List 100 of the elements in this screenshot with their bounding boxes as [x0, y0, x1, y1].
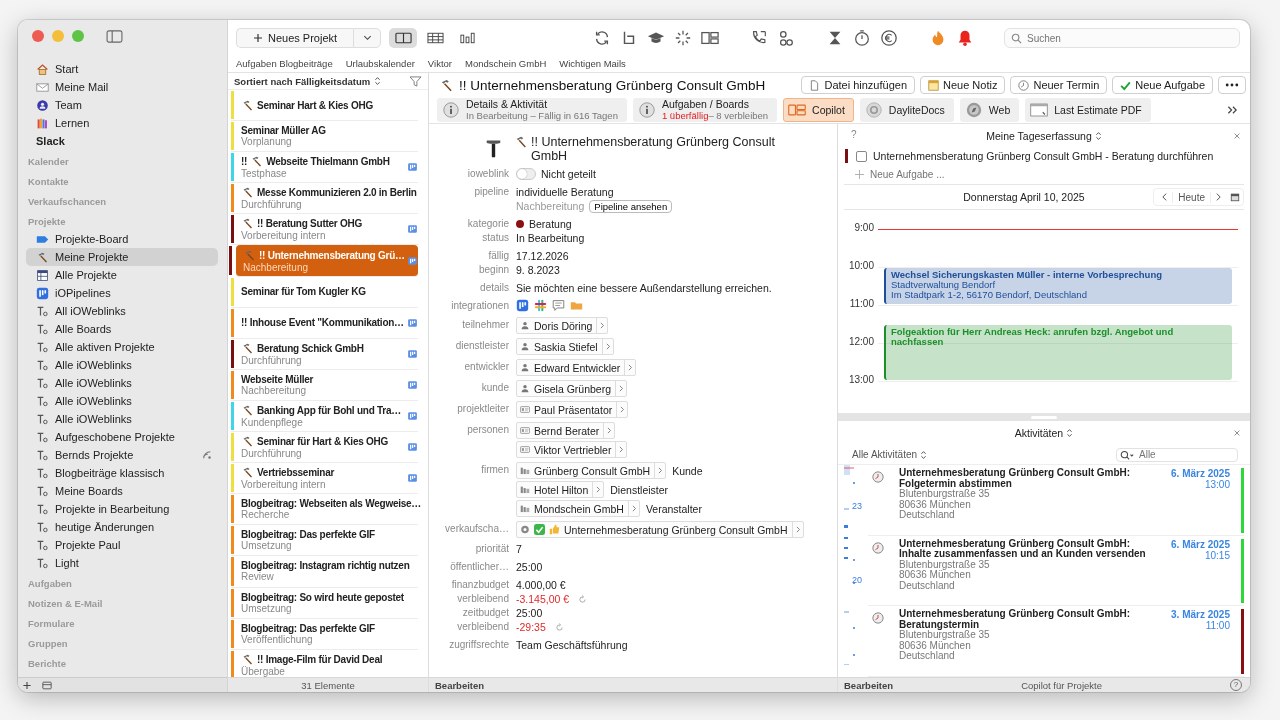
record-chip[interactable]: Mondschein GmbH [516, 500, 640, 517]
record-chip[interactable]: Unternehmesberatung Grünberg Consult GmbH [516, 521, 804, 538]
chevron-icon[interactable] [604, 342, 611, 351]
sidebar-item[interactable]: Alle iOWeblinks [26, 374, 218, 392]
layout-icon[interactable] [701, 29, 720, 47]
sidebar-item[interactable]: Start [26, 60, 218, 78]
more-button[interactable] [1218, 76, 1246, 94]
calendar-icon[interactable] [1230, 192, 1240, 202]
project-list-item[interactable]: Seminar für Tom Kugler KG [231, 276, 418, 308]
activity-title[interactable]: Unternehmesberatung Grünberg Consult GmbH: Beratungstermin [899, 609, 1163, 631]
sidebar-item[interactable]: Meine Projekte [26, 248, 218, 266]
project-list-item[interactable]: Webseite Müller Nachbereitung [231, 369, 418, 401]
sidebar-item[interactable]: Alle iOWeblinks [26, 356, 218, 374]
project-list-item[interactable]: !! Inhouse Event "Kommunikation… [231, 307, 418, 339]
sidebar-item[interactable]: Meine Mail [26, 78, 218, 96]
sidebar-item[interactable]: Projekte-Board [26, 230, 218, 248]
panel-title[interactable]: Aktivitäten [1014, 427, 1064, 439]
record-chip[interactable]: Edward Entwickler [516, 359, 637, 376]
sidebar-item[interactable]: Alle aktiven Projekte [26, 338, 218, 356]
edit-label[interactable]: Bearbeiten [429, 679, 485, 691]
record-chip[interactable]: Bernd Berater [516, 422, 616, 439]
record-chip[interactable]: Saskia Stiefel [516, 338, 614, 355]
filter-menu[interactable]: Alle Aktivitäten [852, 449, 918, 460]
record-chip[interactable]: Doris Döring [516, 317, 609, 334]
hash-icon[interactable] [534, 299, 547, 312]
chevron-icon[interactable] [657, 466, 664, 475]
sidebar-item[interactable]: iOPipelines [26, 284, 218, 302]
close-icon[interactable] [1233, 132, 1241, 140]
sort-menu[interactable]: Sortiert nach Fälligkeitsdatum [234, 75, 371, 87]
project-list-item[interactable]: Seminar für Hart & Kies OHG Durchführung [231, 432, 418, 464]
toolbar-button[interactable]: Neue Notiz [920, 76, 1006, 94]
help-link[interactable]: ? [851, 129, 857, 140]
edit-label[interactable]: Bearbeiten [838, 679, 894, 691]
sidebar-item[interactable]: Bernds Projekte [26, 446, 218, 464]
filter-icon[interactable] [409, 75, 422, 87]
sidebar-item[interactable]: Slack [26, 132, 218, 150]
project-list-item[interactable]: Beratung Schick GmbH Durchführung [231, 338, 418, 370]
project-list-item[interactable]: Blogbeitrag: So wird heute gepostet Umsetzung [231, 587, 418, 619]
sidebar-item[interactable]: Projekte Paul [26, 536, 218, 554]
people-icon[interactable] [777, 29, 796, 47]
plus-icon[interactable] [22, 680, 32, 690]
chevron-icon[interactable] [619, 405, 626, 414]
sort-icon[interactable] [920, 449, 928, 460]
record-chip[interactable]: Hotel Hilton [516, 481, 605, 498]
toggle-switch[interactable] [516, 168, 536, 180]
chevron-icon[interactable] [794, 525, 801, 534]
project-list-item[interactable]: Blogbeitrag: Instagram richtig nutzen Review [231, 556, 418, 588]
project-list-item[interactable]: Banking App für Bohl und Tra… Kundenpflege [231, 400, 418, 433]
sidebar-item[interactable]: Alle Boards [26, 320, 218, 338]
toolbar-button[interactable]: Neuer Termin [1010, 76, 1108, 94]
chat-icon[interactable] [552, 299, 565, 312]
sidebar-item[interactable]: Alle iOWeblinks [26, 410, 218, 428]
sparkle-icon[interactable] [674, 29, 693, 47]
new-project-button[interactable]: Neues Projekt [236, 28, 354, 48]
record-chip[interactable]: Paul Präsentator [516, 401, 629, 418]
chevron-icon[interactable] [606, 426, 613, 435]
timer-icon[interactable] [853, 29, 872, 47]
search-field[interactable]: Suchen [1004, 28, 1240, 48]
sidebar-item[interactable]: Projekte in Bearbeitung [26, 500, 218, 518]
sidebar-item[interactable]: Alle iOWeblinks [26, 392, 218, 410]
chevron-icon[interactable] [595, 485, 602, 494]
chevron-icon[interactable] [630, 504, 637, 513]
chevron-icon[interactable] [627, 363, 634, 372]
sidebar-item[interactable]: Alle Projekte [26, 266, 218, 284]
tab[interactable]: Details & Aktivität In Bearbeitung – Fällig in 616 Tagen [437, 98, 627, 122]
activity-title[interactable]: Unternehmesberatung Grünberg Consult GmbH: Folgetermin abstimmen [899, 468, 1163, 489]
toolbar-button[interactable]: Datei hinzufügen [801, 76, 915, 94]
checkbox[interactable] [856, 150, 867, 162]
panel-title[interactable]: Meine Tageserfassung [986, 130, 1092, 142]
chevron-icon[interactable] [618, 384, 625, 393]
sort-icon[interactable] [374, 76, 382, 86]
project-list-item[interactable]: Blogbeitrag: Das perfekte GIF Veröffentlichung [231, 618, 418, 650]
project-list-item[interactable]: Seminar Hart & Kies OHG [231, 90, 418, 122]
tab[interactable]: Aufgaben / Boards 1 überfällig– 8 verbleiben [632, 98, 778, 122]
sidebar-item[interactable]: Light [26, 554, 218, 572]
sidebar-item[interactable]: Aufgeschobene Projekte [26, 428, 218, 446]
more-tabs-icon[interactable] [1227, 105, 1238, 115]
toolbar-button[interactable]: Neue Aufgabe [1112, 76, 1213, 94]
bookmark-link[interactable]: Aufgaben Blogbeiträge [236, 57, 333, 69]
calendar-event[interactable]: Wechsel Sicherungskasten Müller - interne Vorbesprechung Stadtverwaltung Bendorf Im Stadtpark 1-2, 56170 Bendorf, Deutschland [884, 268, 1232, 304]
sidebar-item[interactable]: All iOWeblinks [26, 302, 218, 320]
bookmark-link[interactable]: Viktor [427, 57, 452, 69]
sidebar-item[interactable]: Team [26, 96, 218, 114]
sidebar-item[interactable]: Meine Boards [26, 482, 218, 500]
euro-icon[interactable] [880, 29, 899, 47]
tab[interactable]: Last Estimate PDF [1025, 98, 1151, 122]
new-task-field[interactable]: Neue Aufgabe ... [870, 168, 970, 180]
sidebar-item[interactable]: heutige Änderungen [26, 518, 218, 536]
activity-title[interactable]: Unternehmesberatung Grünberg Consult GmbH: Inhalte zusammenfassen und an Kunden versenden [899, 538, 1163, 560]
folder-icon[interactable] [570, 299, 583, 312]
project-list-item[interactable]: !! Webseite Thielmann GmbH Testphase [231, 152, 418, 184]
view-toggle[interactable] [389, 28, 418, 48]
project-list-item[interactable]: Messe Kommunizieren 2.0 in Berlin Durchführung [231, 183, 418, 215]
project-list-item[interactable]: Vertriebsseminar Vorbereitung intern [231, 463, 418, 495]
chevron-icon[interactable] [618, 445, 625, 454]
sidebar-toggle-icon[interactable] [106, 29, 123, 43]
tab[interactable]: Copilot [783, 98, 854, 122]
project-list-item[interactable]: Blogbeitrag: Das perfekte GIF Umsetzung [231, 525, 418, 557]
view-pipeline-button[interactable]: Pipeline ansehen [589, 199, 673, 213]
tab[interactable]: Web [959, 98, 1020, 122]
